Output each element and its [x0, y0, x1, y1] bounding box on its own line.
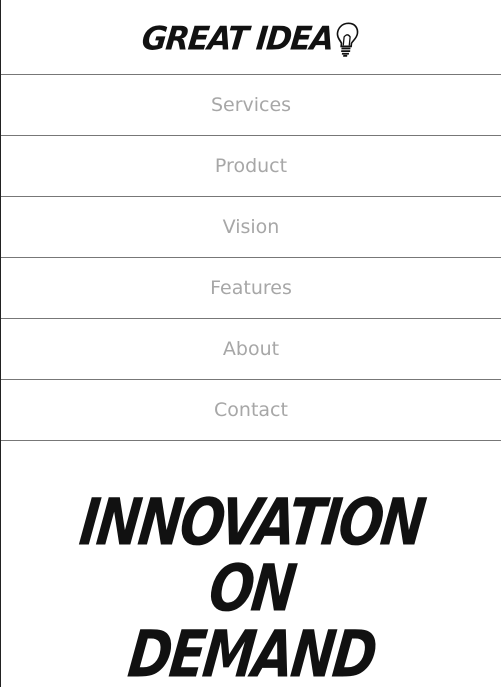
nav-item-services[interactable]: Services [1, 75, 501, 136]
main-nav: Services Product Vision Features About C… [1, 75, 501, 441]
site-header: GREAT IDEA [1, 0, 501, 75]
hero-heading: INNOVATION ON DEMAND [1, 485, 501, 687]
nav-item-label: Features [210, 277, 292, 299]
logo-link[interactable]: GREAT IDEA [140, 20, 361, 58]
nav-item-product[interactable]: Product [1, 136, 501, 197]
nav-item-label: About [222, 338, 280, 360]
page: GREAT IDEA Services Product Vision Featu… [0, 0, 501, 687]
nav-item-vision[interactable]: Vision [1, 197, 501, 258]
nav-item-label: Contact [214, 399, 288, 421]
hero-line-1: INNOVATION [75, 485, 428, 561]
lightbulb-icon [336, 22, 359, 57]
nav-item-label: Product [214, 155, 288, 177]
logo-text: GREAT IDEA [140, 20, 335, 58]
hero-line-3: DEMAND [124, 617, 379, 687]
nav-item-features[interactable]: Features [1, 258, 501, 319]
nav-item-label: Services [210, 94, 292, 116]
nav-item-label: Vision [222, 216, 280, 238]
nav-item-contact[interactable]: Contact [1, 380, 501, 441]
hero-line-2: ON [205, 551, 298, 627]
nav-item-about[interactable]: About [1, 319, 501, 380]
